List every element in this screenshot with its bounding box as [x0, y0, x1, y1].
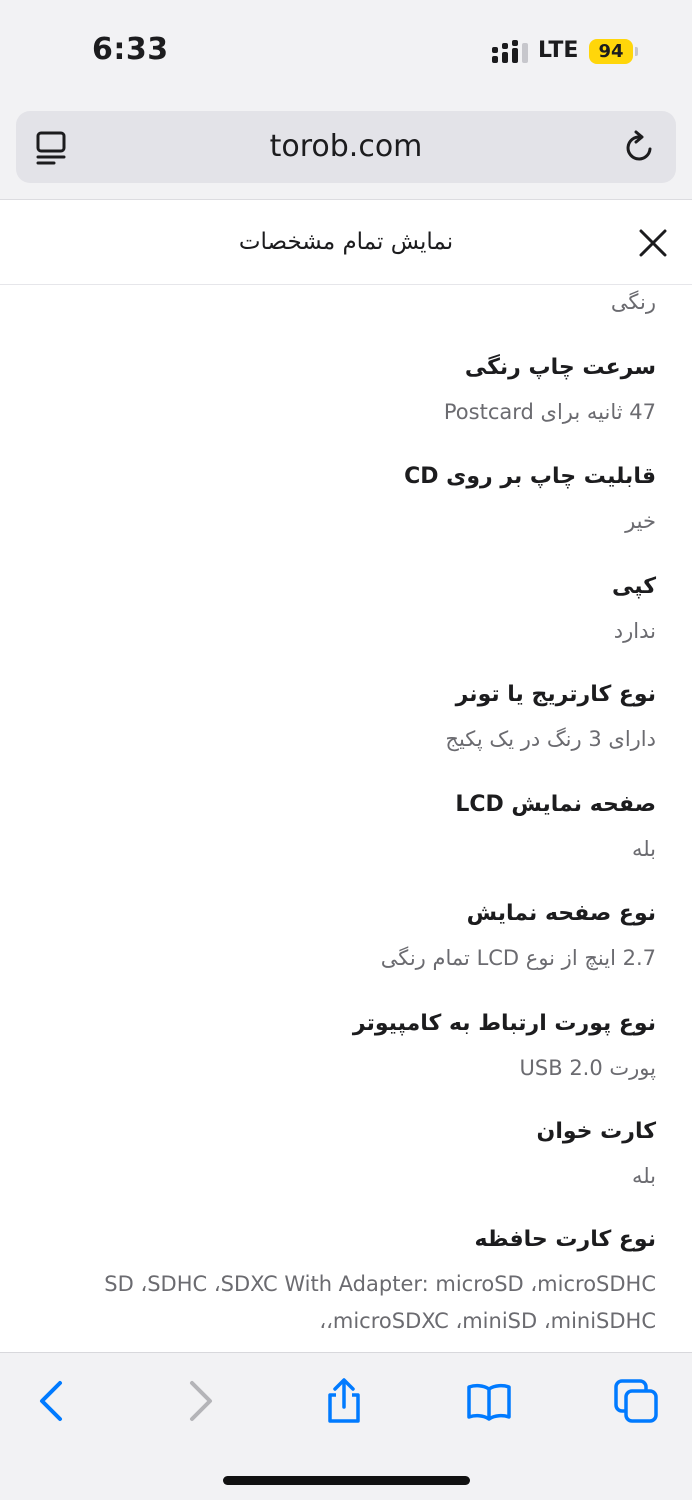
sheet-header: نمایش تمام مشخصات	[0, 201, 692, 285]
spec-item: نوع پورت ارتباط به کامپیوتر پورت USB 2.0	[36, 1008, 656, 1087]
reload-icon[interactable]	[622, 129, 658, 165]
spec-list[interactable]: رنگی سرعت چاپ رنگی 47 ثانیه برای Postcar…	[0, 286, 692, 1352]
sheet-title: نمایش تمام مشخصات	[238, 229, 454, 255]
status-bar: 6:33 LTE 94	[0, 0, 692, 100]
spec-value: پورت USB 2.0	[519, 1056, 656, 1080]
spec-item: نوع کارتریج یا تونر دارای 3 رنگ در یک پک…	[36, 679, 656, 758]
spec-label: کپی	[611, 574, 656, 599]
forward-chevron-icon[interactable]	[176, 1377, 224, 1425]
spec-item: نوع کارت حافظه SD ،SDHC ،SDXC With Adapt…	[36, 1224, 656, 1340]
battery-level: 94	[589, 39, 633, 64]
close-icon[interactable]	[637, 227, 669, 259]
bookmarks-icon[interactable]	[465, 1377, 513, 1425]
spec-item: صفحه نمایش LCD بله	[36, 789, 656, 868]
back-chevron-icon[interactable]	[28, 1377, 76, 1425]
spec-label: نوع کارت حافظه	[474, 1227, 656, 1252]
spec-value: بله	[631, 837, 656, 861]
battery-tip	[635, 47, 638, 56]
spec-value-cutoff: رنگی	[610, 290, 656, 314]
spec-value: 47 ثانیه برای Postcard	[443, 400, 656, 424]
spec-label: صفحه نمایش LCD	[455, 792, 656, 817]
tabs-icon[interactable]	[612, 1377, 660, 1425]
home-indicator	[223, 1476, 470, 1485]
spec-item: سرعت چاپ رنگی 47 ثانیه برای Postcard	[36, 352, 656, 431]
spec-label: نوع کارتریج یا تونر	[455, 682, 656, 707]
spec-value: ندارد	[613, 619, 656, 643]
spec-label: کارت خوان	[536, 1119, 656, 1144]
spec-item: کارت خوان بله	[36, 1116, 656, 1195]
spec-label: سرعت چاپ رنگی	[464, 355, 656, 380]
spec-item: نوع صفحه نمایش 2.7 اینچ از نوع LCD تمام …	[36, 898, 656, 977]
address-bar[interactable]: torob.com	[16, 111, 676, 183]
url-text[interactable]: torob.com	[16, 129, 676, 164]
spec-value: بله	[631, 1164, 656, 1188]
spec-value: دارای 3 رنگ در یک پکیج	[445, 727, 656, 751]
network-type: LTE	[538, 38, 579, 63]
spec-value: SD ،SDHC ،SDXC With Adapter: microSD ،mi…	[104, 1272, 656, 1333]
signal-bars-icon	[492, 40, 528, 63]
status-time: 6:33	[92, 32, 169, 67]
spec-label: نوع صفحه نمایش	[466, 901, 656, 926]
address-bar-area: torob.com	[0, 100, 692, 200]
spec-label: قابلیت چاپ بر روی CD	[404, 464, 656, 489]
spec-value: 2.7 اینچ از نوع LCD تمام رنگی	[380, 946, 656, 970]
spec-item: قابلیت چاپ بر روی CD خیر	[36, 461, 656, 540]
spec-value: خیر	[625, 509, 656, 533]
share-icon[interactable]	[320, 1377, 368, 1425]
spec-label: نوع پورت ارتباط به کامپیوتر	[352, 1011, 656, 1036]
spec-item: کپی ندارد	[36, 571, 656, 650]
